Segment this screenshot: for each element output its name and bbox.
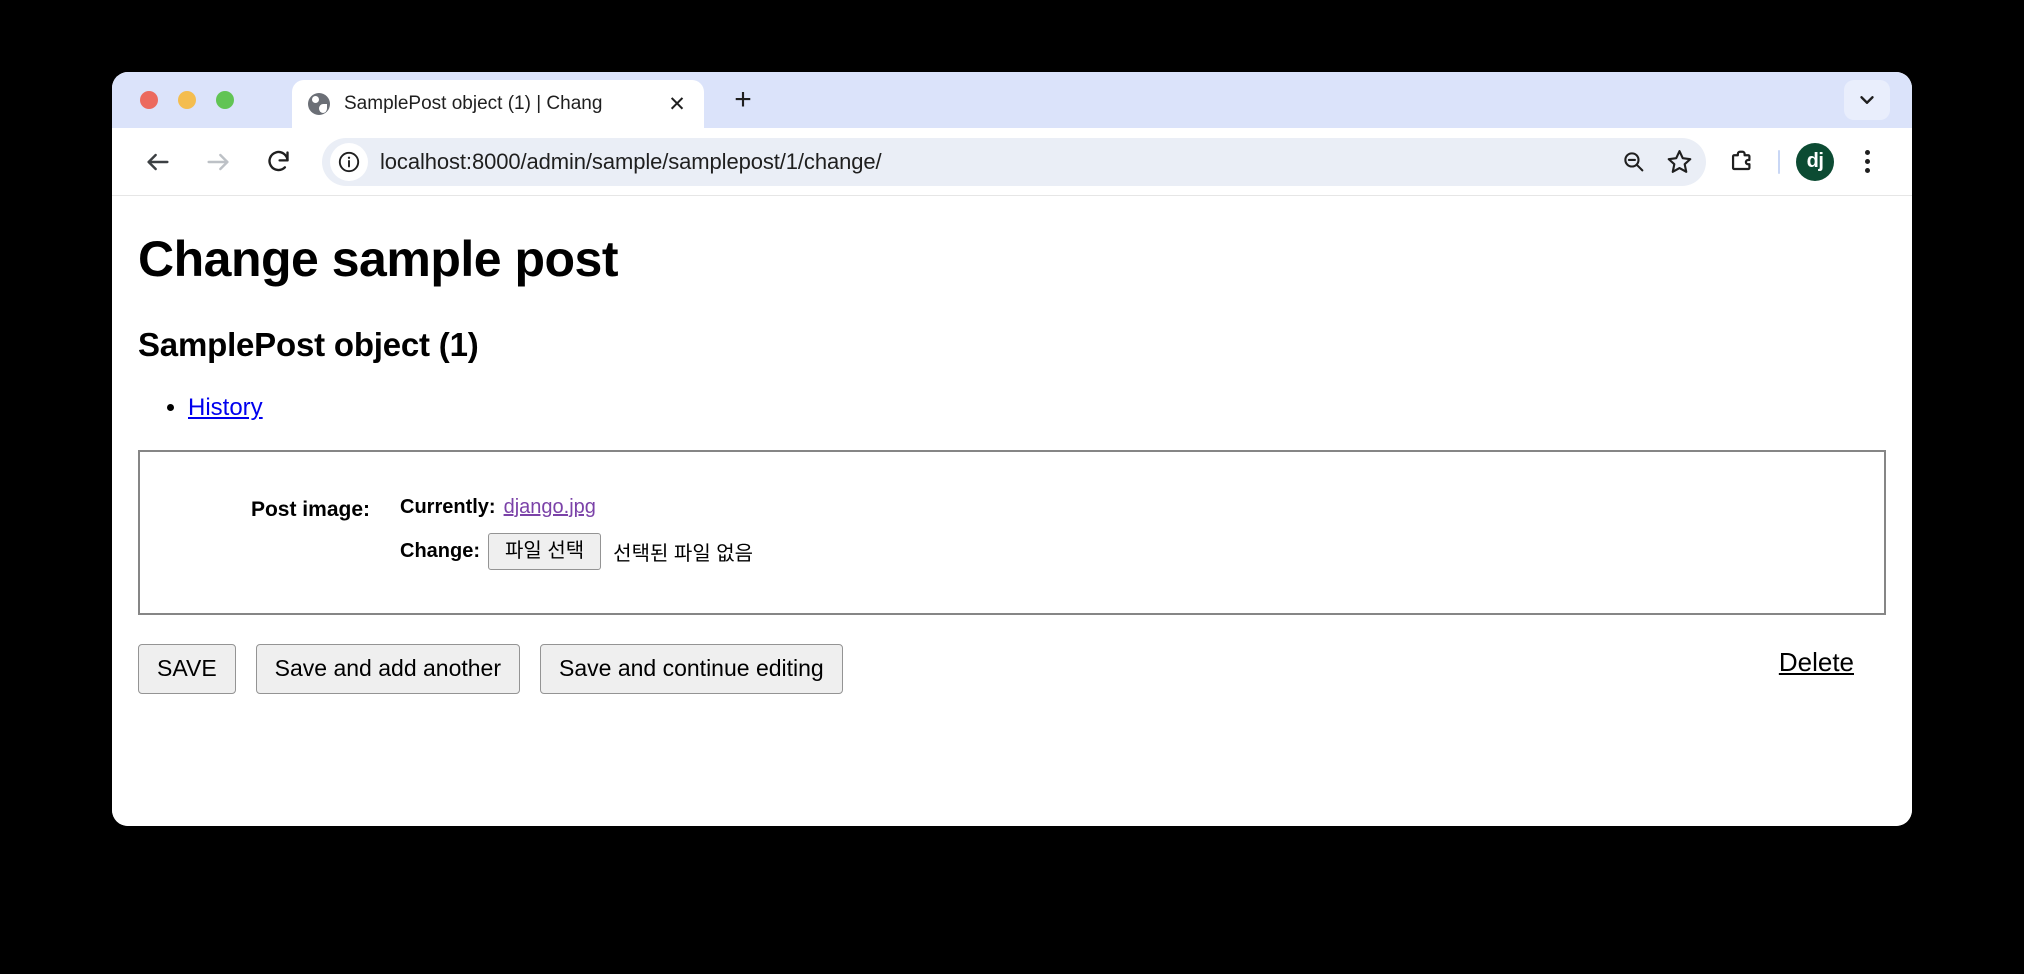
window-close-button[interactable] bbox=[140, 91, 158, 109]
currently-label: Currently: bbox=[400, 496, 496, 518]
star-icon[interactable] bbox=[1658, 141, 1700, 183]
three-dots-vertical-icon[interactable] bbox=[1846, 141, 1888, 183]
window-maximize-button[interactable] bbox=[216, 91, 234, 109]
window-controls bbox=[140, 91, 234, 109]
toolbar-divider bbox=[1778, 149, 1780, 174]
reload-icon[interactable] bbox=[256, 140, 300, 184]
submit-row: SAVE Save and add another Save and conti… bbox=[138, 641, 1886, 697]
avatar[interactable]: dj bbox=[1796, 142, 1834, 181]
arrow-right-icon bbox=[196, 140, 240, 184]
object-heading: SamplePost object (1) bbox=[138, 326, 479, 363]
browser-tab[interactable]: SamplePost object (1) | Chang ✕ bbox=[292, 80, 704, 128]
file-select-button[interactable]: 파일 선택 bbox=[488, 533, 602, 570]
tab-strip: SamplePost object (1) | Chang ✕ + bbox=[112, 72, 1912, 128]
post-image-label: Post image: bbox=[250, 498, 370, 521]
arrow-left-icon[interactable] bbox=[136, 140, 180, 184]
url-text[interactable]: localhost:8000/admin/sample/samplepost/1… bbox=[380, 149, 1608, 175]
page-title: Change sample post bbox=[138, 231, 619, 287]
puzzle-piece-icon[interactable] bbox=[1720, 141, 1762, 183]
file-chosen-status: 선택된 파일 없음 bbox=[613, 543, 754, 565]
toolbar-actions: dj bbox=[1720, 141, 1888, 183]
change-label: Change: bbox=[400, 540, 480, 562]
new-tab-button[interactable]: + bbox=[726, 83, 760, 117]
save-button[interactable]: SAVE bbox=[138, 644, 236, 694]
save-and-add-another-button[interactable]: Save and add another bbox=[255, 644, 521, 694]
post-image-widget: Currently: django.jpg Change: 파일 선택 선택된 … bbox=[400, 496, 1884, 570]
change-file-line: Change: 파일 선택 선택된 파일 없음 bbox=[400, 533, 1884, 570]
list-item: History bbox=[188, 394, 1886, 422]
object-tools-list: History bbox=[138, 394, 1886, 422]
tab-title: SamplePost object (1) | Chang bbox=[344, 93, 603, 114]
zoom-out-icon[interactable] bbox=[1612, 141, 1654, 183]
form-row-post-image: Post image: Currently: django.jpg Change… bbox=[140, 496, 1884, 570]
current-file-line: Currently: django.jpg bbox=[400, 496, 1884, 519]
close-icon[interactable]: ✕ bbox=[664, 91, 690, 117]
delete-link[interactable]: Delete bbox=[1779, 647, 1854, 678]
current-file-link[interactable]: django.jpg bbox=[504, 496, 596, 519]
browser-window: SamplePost object (1) | Chang ✕ + localh… bbox=[112, 72, 1912, 826]
change-form-fieldset: Post image: Currently: django.jpg Change… bbox=[138, 450, 1886, 615]
address-bar[interactable]: localhost:8000/admin/sample/samplepost/1… bbox=[322, 137, 1706, 186]
window-minimize-button[interactable] bbox=[178, 91, 196, 109]
chevron-down-icon[interactable] bbox=[1844, 80, 1890, 120]
history-link[interactable]: History bbox=[188, 394, 263, 421]
globe-icon bbox=[308, 93, 330, 115]
info-circle-icon[interactable] bbox=[330, 142, 368, 181]
page-content: Change sample post SamplePost object (1)… bbox=[112, 196, 1912, 826]
save-and-continue-editing-button[interactable]: Save and continue editing bbox=[540, 644, 843, 694]
browser-toolbar: localhost:8000/admin/sample/samplepost/1… bbox=[112, 128, 1912, 196]
